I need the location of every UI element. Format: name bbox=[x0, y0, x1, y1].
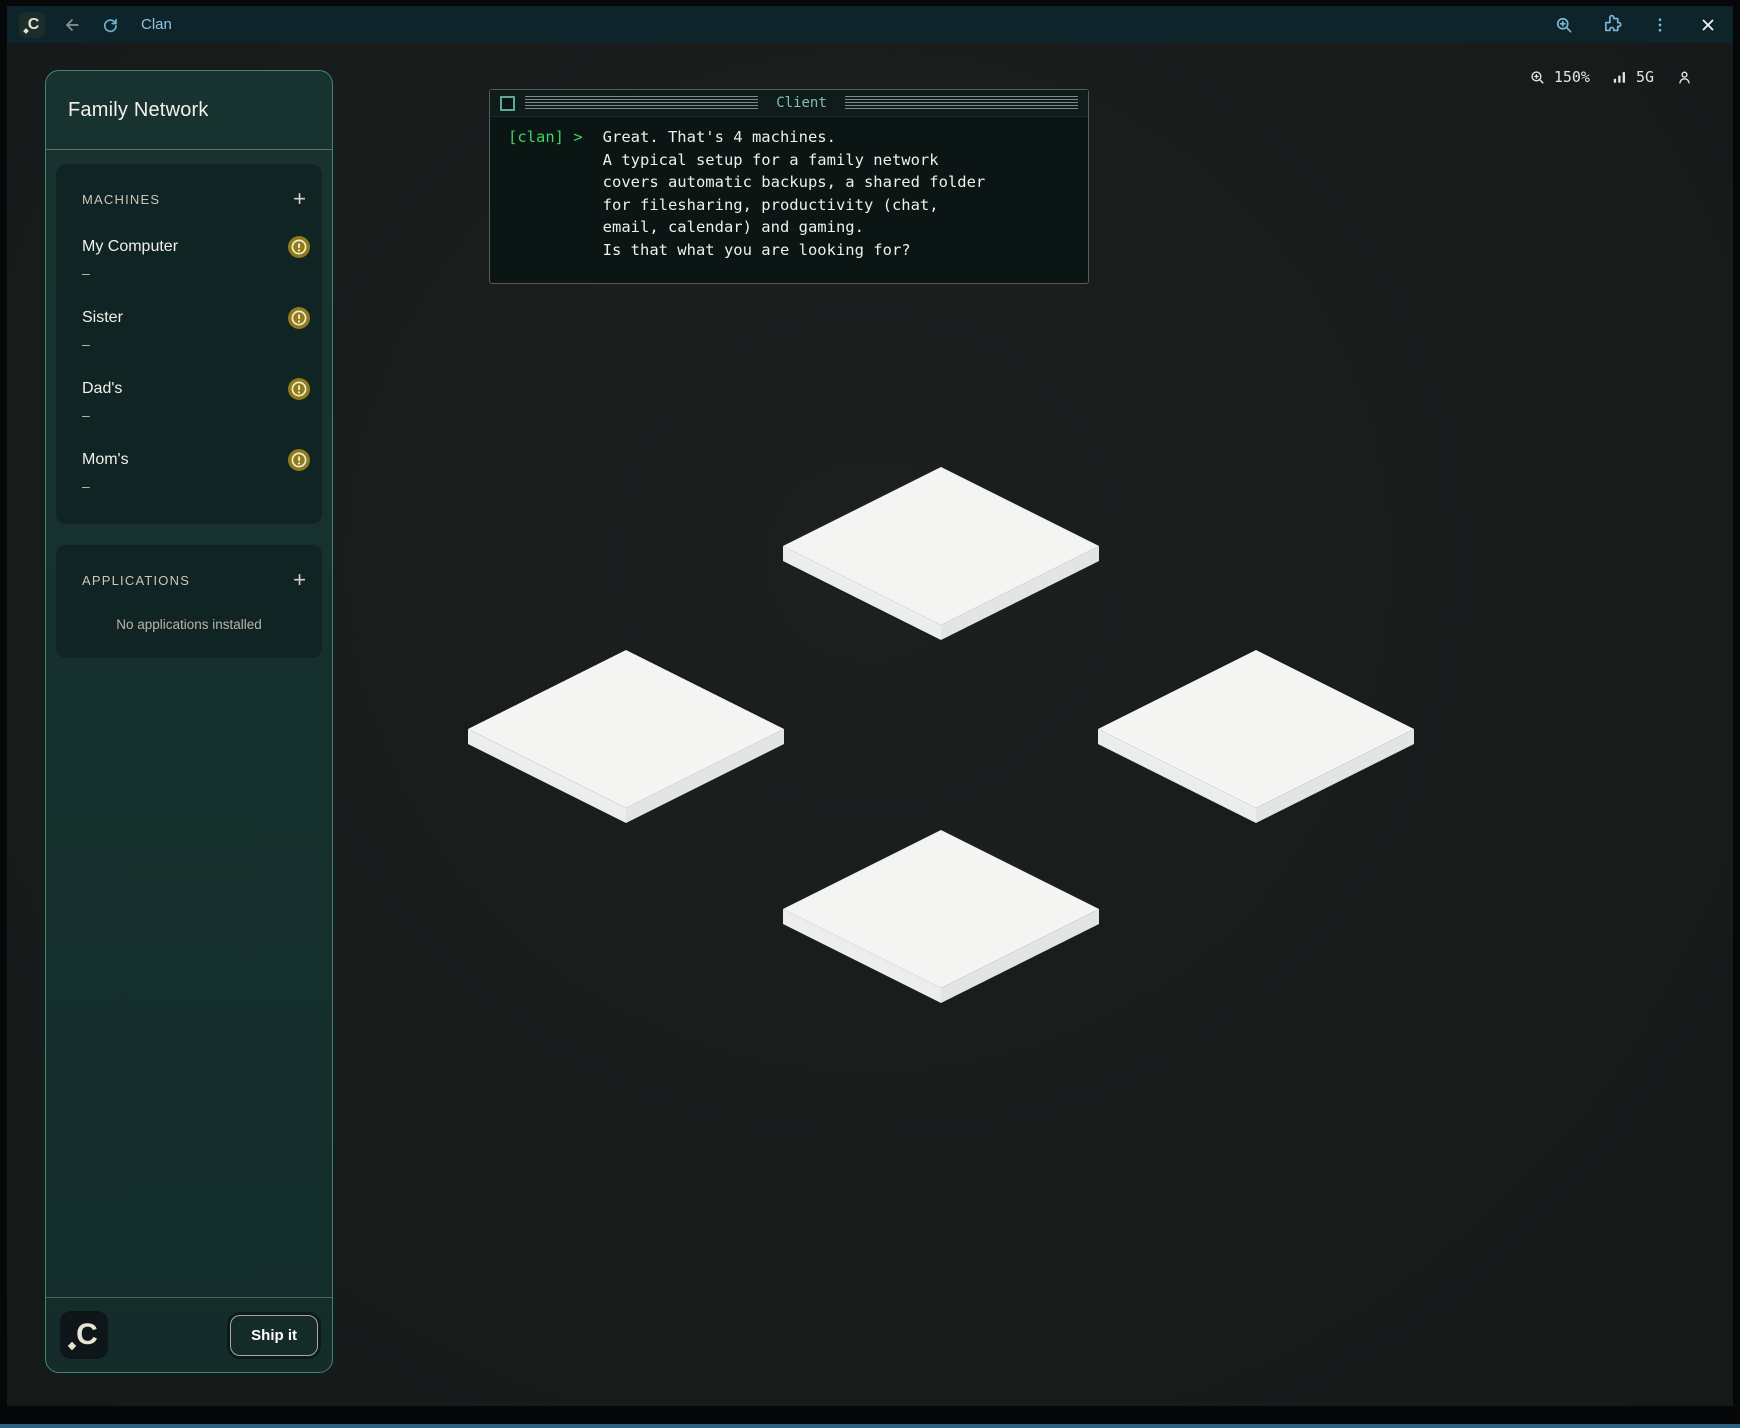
client-terminal-window: Client [clan] > Great. That's 4 machines… bbox=[489, 89, 1089, 284]
machine-detail: – bbox=[82, 336, 310, 352]
machine-name: Dad's bbox=[82, 380, 122, 398]
terminal-output: [clan] > Great. That's 4 machines. A typ… bbox=[490, 117, 1088, 283]
user-icon bbox=[1676, 69, 1693, 86]
warning-status-icon bbox=[288, 449, 310, 471]
machine-tile[interactable] bbox=[783, 467, 1099, 640]
machine-list-item[interactable]: My Computer – bbox=[82, 236, 310, 281]
zoom-in-button[interactable] bbox=[1553, 14, 1575, 36]
refresh-button[interactable] bbox=[99, 14, 121, 36]
back-button[interactable] bbox=[61, 14, 83, 36]
titlebar-stripes bbox=[525, 96, 758, 111]
browser-chrome-bar: C Clan bbox=[7, 6, 1733, 43]
page-title: Clan bbox=[141, 16, 172, 33]
network-type-value: 5G bbox=[1636, 68, 1654, 86]
machine-detail: – bbox=[82, 265, 310, 281]
network-title: Family Network bbox=[46, 71, 332, 149]
client-close-box[interactable] bbox=[500, 96, 515, 111]
machine-tile[interactable] bbox=[783, 830, 1099, 1003]
zoom-in-icon bbox=[1554, 15, 1574, 35]
terminal-message: Great. That's 4 machines. A typical setu… bbox=[603, 126, 986, 261]
screen-bottom-edge bbox=[0, 1424, 1740, 1428]
terminal-prompt: [clan] > bbox=[508, 126, 583, 149]
machine-list-item[interactable]: Sister – bbox=[82, 307, 310, 352]
sidebar-footer: C Ship it bbox=[46, 1297, 332, 1372]
machine-detail: – bbox=[82, 407, 310, 423]
applications-panel: APPLICATIONS + No applications installed bbox=[56, 545, 322, 658]
back-arrow-icon bbox=[62, 15, 82, 35]
refresh-icon bbox=[101, 16, 119, 34]
warning-status-icon bbox=[288, 236, 310, 258]
machines-header: MACHINES bbox=[82, 192, 160, 207]
signal-bars-icon bbox=[1612, 69, 1628, 85]
clan-logo-letter: C bbox=[76, 1320, 98, 1350]
close-window-button[interactable] bbox=[1697, 14, 1719, 36]
machine-list-item[interactable]: Dad's – bbox=[82, 378, 310, 423]
family-network-sidebar: Family Network MACHINES + My Computer – bbox=[45, 70, 333, 1373]
applications-header: APPLICATIONS bbox=[82, 573, 190, 588]
add-application-button[interactable]: + bbox=[289, 569, 310, 591]
zoom-level-icon bbox=[1529, 69, 1546, 86]
machine-name: My Computer bbox=[82, 238, 178, 256]
client-window-title: Client bbox=[768, 95, 835, 111]
main-canvas: 150% 5G Client [clan] > Great. That's 4 … bbox=[7, 43, 1733, 1406]
clan-logo-icon: C bbox=[60, 1311, 108, 1359]
puzzle-piece-icon bbox=[1602, 14, 1623, 35]
machine-name: Sister bbox=[82, 309, 123, 327]
applications-empty-text: No applications installed bbox=[82, 617, 296, 632]
machine-tile[interactable] bbox=[1098, 650, 1414, 823]
status-indicator-bar: 150% 5G bbox=[1529, 68, 1693, 86]
clan-logo-letter: C bbox=[28, 17, 40, 33]
add-machine-button[interactable]: + bbox=[289, 188, 310, 210]
machines-panel: MACHINES + My Computer – Sister – bbox=[56, 164, 322, 524]
warning-status-icon bbox=[288, 307, 310, 329]
titlebar-stripes bbox=[845, 96, 1078, 111]
warning-status-icon bbox=[288, 378, 310, 400]
machine-list-item[interactable]: Mom's – bbox=[82, 449, 310, 494]
machine-name: Mom's bbox=[82, 451, 129, 469]
zoom-level-value: 150% bbox=[1554, 68, 1590, 86]
close-icon bbox=[1699, 16, 1717, 34]
kebab-menu-icon bbox=[1651, 16, 1669, 34]
extensions-button[interactable] bbox=[1601, 14, 1623, 36]
client-window-titlebar[interactable]: Client bbox=[490, 90, 1088, 117]
machine-detail: – bbox=[82, 478, 310, 494]
ship-it-button[interactable]: Ship it bbox=[230, 1315, 318, 1356]
menu-button[interactable] bbox=[1649, 14, 1671, 36]
machine-tile[interactable] bbox=[468, 650, 784, 823]
clan-logo-icon: C bbox=[19, 12, 45, 38]
clan-logo-dot bbox=[68, 1342, 76, 1350]
